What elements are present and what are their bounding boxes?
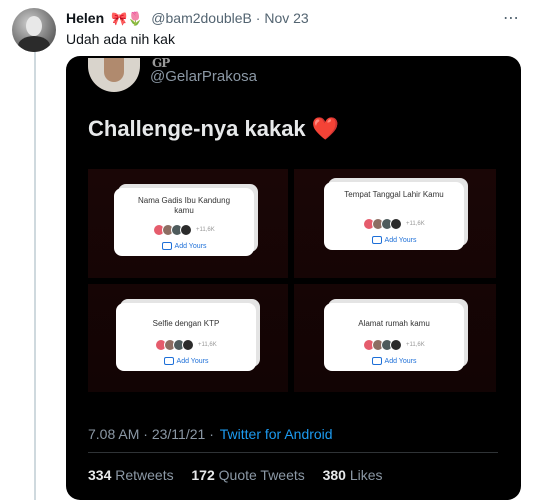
challenge-card-label: Tempat Tanggal Lahir Kamu <box>344 190 444 199</box>
likes-label: Likes <box>349 467 383 483</box>
author-emojis: 🎀🌷 <box>111 11 144 26</box>
retweets-label: Retweets <box>115 467 174 483</box>
thread-line <box>34 52 36 500</box>
camera-icon <box>161 242 172 250</box>
camera-icon <box>163 357 174 365</box>
participant-count: +11,6K <box>195 227 215 233</box>
meta-separator: · <box>209 426 214 442</box>
camera-icon <box>371 236 382 244</box>
challenge-card: Alamat rumah kamu +11,6K Add Yours <box>324 299 468 371</box>
embedded-avatar <box>88 58 140 92</box>
author-name[interactable]: Helen <box>66 10 104 26</box>
embedded-time: 7.08 AM <box>88 426 140 442</box>
avatar[interactable] <box>12 8 56 52</box>
challenge-card-label: Selfie dengan KTP <box>152 319 220 328</box>
add-yours-button: Add Yours <box>324 357 464 365</box>
add-yours-button: Add Yours <box>116 357 256 365</box>
participant-count: +11,6K <box>197 342 217 348</box>
embedded-date: 23/11/21 <box>151 426 206 442</box>
more-options-icon[interactable]: ⋯ <box>503 8 520 28</box>
tweet-text: Udah ada nih kak <box>66 31 175 47</box>
participant-avatars: +11,6K <box>324 339 464 351</box>
participant-avatars: +11,6K <box>324 218 464 230</box>
camera-icon <box>371 357 382 365</box>
embedded-meta: 7.08 AM · 23/11/21 · Twitter for Android <box>88 426 333 442</box>
challenge-card: Selfie dengan KTP +11,6K Add Yours <box>116 299 260 371</box>
embedded-tweet-image[interactable]: GP @GelarPrakosa Challenge-nya kakak ❤️ N… <box>66 56 521 500</box>
heart-icon: ❤️ <box>311 116 340 141</box>
quote-tweets-count: 172 <box>191 467 215 483</box>
embedded-divider <box>88 452 498 453</box>
participant-avatars: +11,6K <box>114 224 254 236</box>
tweet-header: Helen 🎀🌷 @bam2doubleB · Nov 23 <box>66 9 309 28</box>
tweet-date[interactable]: Nov 23 <box>264 10 308 26</box>
meta-separator: · <box>143 426 148 442</box>
likes-count: 380 <box>322 467 346 483</box>
challenge-card-label: Nama Gadis Ibu Kandung kamu <box>137 196 231 215</box>
author-handle[interactable]: @bam2doubleB <box>151 10 252 26</box>
embedded-source: Twitter for Android <box>219 426 333 442</box>
quote-tweets-label: Quote Tweets <box>218 467 305 483</box>
embedded-stats: 334 Retweets 172 Quote Tweets 380 Likes <box>88 467 383 483</box>
challenge-grid: Nama Gadis Ibu Kandung kamu +11,6K Add Y… <box>88 169 496 392</box>
add-yours-button: Add Yours <box>114 242 254 250</box>
participant-count: +11,6K <box>405 221 425 227</box>
challenge-card-label: Alamat rumah kamu <box>358 319 430 328</box>
participant-avatars: +11,6K <box>116 339 256 351</box>
add-yours-button: Add Yours <box>324 236 464 244</box>
embedded-handle: @GelarPrakosa <box>150 68 257 85</box>
embedded-title-text: Challenge-nya kakak <box>88 116 306 141</box>
retweets-count: 334 <box>88 467 112 483</box>
challenge-card: Tempat Tanggal Lahir Kamu +11,6K Add You… <box>324 178 468 250</box>
participant-count: +11,6K <box>405 342 425 348</box>
header-separator: · <box>255 10 261 26</box>
grid-divider-vertical <box>288 169 294 392</box>
challenge-card: Nama Gadis Ibu Kandung kamu +11,6K Add Y… <box>114 184 258 256</box>
embedded-title: Challenge-nya kakak ❤️ <box>88 116 339 142</box>
